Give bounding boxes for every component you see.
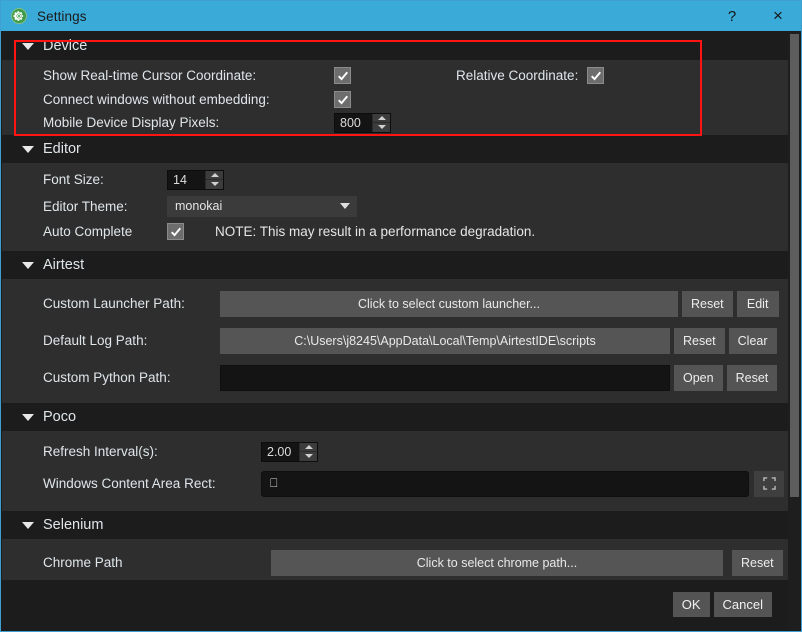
row-font-size: Font Size: 14 [2, 166, 788, 193]
spinbox-mobile-display-pixels-arrows[interactable] [372, 113, 390, 132]
button-default-log-path[interactable]: C:\Users\j8245\AppData\Local\Temp\Airtes… [220, 327, 670, 354]
section-body-poco: Refresh Interval(s): 2.00 Windows Conten… [2, 431, 788, 511]
select-area-icon[interactable] [754, 470, 784, 497]
section-title-airtest: Airtest [43, 257, 85, 273]
label-editor-theme: Editor Theme: [43, 198, 128, 214]
spinbox-refresh-interval-arrows[interactable] [299, 442, 317, 461]
spinbox-up-icon[interactable] [206, 170, 223, 180]
spinbox-font-size-value: 14 [173, 172, 187, 187]
select-editor-theme-value: monokai [175, 199, 223, 213]
row-custom-launcher-path: Custom Launcher Path: Click to select cu… [2, 285, 788, 322]
label-font-size: Font Size: [43, 172, 104, 187]
section-header-airtest[interactable]: Airtest [2, 251, 788, 279]
section-header-selenium[interactable]: Selenium [2, 511, 788, 539]
spinbox-refresh-interval-value: 2.00 [267, 444, 292, 459]
ok-button[interactable]: OK [672, 591, 710, 617]
spinbox-mobile-display-pixels-value: 800 [340, 115, 361, 130]
row-mobile-display-pixels: Mobile Device Display Pixels: 800 [2, 111, 788, 134]
help-button[interactable]: ? [709, 1, 755, 31]
chevron-down-icon [22, 413, 34, 421]
spinbox-down-icon[interactable] [300, 452, 317, 461]
label-auto-complete: Auto Complete [43, 224, 133, 239]
chevron-down-icon [22, 261, 34, 269]
row-chrome-path: Chrome Path Click to select chrome path.… [2, 544, 788, 580]
spinbox-mobile-display-pixels[interactable]: 800 [334, 112, 391, 133]
section-header-device[interactable]: Device [2, 32, 788, 60]
title-bar: Settings ? × [1, 1, 801, 31]
section-title-editor: Editor [43, 141, 81, 157]
row-editor-theme: Editor Theme: monokai [2, 193, 788, 219]
section-body-device: Show Real-time Cursor Coordinate: Relati… [2, 60, 788, 135]
section-title-device: Device [43, 38, 88, 54]
label-custom-python-path: Custom Python Path: [43, 370, 171, 385]
select-editor-theme[interactable]: monokai [167, 195, 357, 217]
section-header-poco[interactable]: Poco [2, 403, 788, 431]
label-default-log-path: Default Log Path: [43, 333, 148, 348]
vertical-scrollbar[interactable] [788, 32, 800, 630]
label-refresh-interval: Refresh Interval(s): [43, 444, 158, 459]
row-windows-content-area-rect: Windows Content Area Rect: ⎕ [2, 467, 788, 500]
button-custom-python-reset[interactable]: Reset [726, 364, 778, 391]
section-body-editor: Font Size: 14 Editor Theme: monokai Auto… [2, 163, 788, 251]
title-bar-buttons: ? × [709, 1, 801, 31]
spinbox-refresh-interval[interactable]: 2.00 [261, 441, 318, 462]
input-custom-python-path[interactable] [220, 364, 670, 391]
gear-icon [11, 8, 27, 24]
input-windows-content-area-rect[interactable]: ⎕ [261, 470, 749, 497]
button-custom-launcher-edit[interactable]: Edit [736, 290, 779, 317]
section-title-poco: Poco [43, 409, 77, 425]
row-default-log-path: Default Log Path: C:\Users\j8245\AppData… [2, 322, 788, 359]
label-windows-content-area-rect: Windows Content Area Rect: [43, 476, 216, 491]
label-connect-windows: Connect windows without embedding: [43, 92, 270, 107]
button-chrome-path[interactable]: Click to select chrome path... [271, 549, 723, 576]
button-default-log-clear[interactable]: Clear [728, 327, 777, 354]
section-body-selenium: Chrome Path Click to select chrome path.… [2, 539, 788, 580]
spinbox-font-size[interactable]: 14 [167, 169, 224, 190]
row-refresh-interval: Refresh Interval(s): 2.00 [2, 436, 788, 467]
label-show-cursor-coordinate: Show Real-time Cursor Coordinate: [43, 68, 257, 83]
settings-window: Settings ? × Device Show Real-time Curso… [0, 0, 802, 632]
label-custom-launcher-path: Custom Launcher Path: [43, 296, 185, 311]
button-default-log-reset[interactable]: Reset [674, 327, 725, 354]
settings-scroll-area: Device Show Real-time Cursor Coordinate:… [2, 32, 788, 630]
label-relative-coordinate: Relative Coordinate: [456, 68, 579, 83]
label-mobile-display-pixels: Mobile Device Display Pixels: [43, 115, 220, 130]
spinbox-down-icon[interactable] [373, 123, 390, 132]
spinbox-up-icon[interactable] [300, 442, 317, 452]
checkbox-show-cursor-coordinate[interactable] [334, 67, 351, 84]
chevron-down-icon [22, 521, 34, 529]
chevron-down-icon [340, 203, 350, 209]
spinbox-font-size-arrows[interactable] [205, 170, 223, 189]
chevron-down-icon [22, 42, 34, 50]
checkbox-connect-windows[interactable] [334, 91, 351, 108]
section-title-selenium: Selenium [43, 517, 104, 533]
vertical-scrollbar-thumb[interactable] [790, 34, 799, 497]
row-custom-python-path: Custom Python Path: Open Reset [2, 359, 788, 396]
button-custom-launcher-path[interactable]: Click to select custom launcher... [220, 290, 678, 317]
row-show-cursor-coordinate: Show Real-time Cursor Coordinate: Relati… [2, 63, 788, 88]
row-auto-complete: Auto Complete NOTE: This may result in a… [2, 219, 788, 244]
window-title: Settings [37, 8, 87, 24]
dialog-footer: OK Cancel [672, 578, 788, 630]
spinbox-down-icon[interactable] [206, 180, 223, 189]
settings-content: Device Show Real-time Cursor Coordinate:… [2, 32, 800, 630]
section-header-editor[interactable]: Editor [2, 135, 788, 163]
auto-complete-note: NOTE: This may result in a performance d… [215, 224, 536, 239]
section-body-airtest: Custom Launcher Path: Click to select cu… [2, 279, 788, 403]
checkbox-relative-coordinate[interactable] [587, 67, 605, 84]
spinbox-up-icon[interactable] [373, 113, 390, 123]
close-button[interactable]: × [755, 1, 801, 31]
button-custom-python-open[interactable]: Open [674, 364, 723, 391]
checkbox-auto-complete[interactable] [167, 223, 184, 240]
chevron-down-icon [22, 145, 34, 153]
row-connect-windows: Connect windows without embedding: [2, 88, 788, 111]
button-chrome-path-reset[interactable]: Reset [732, 549, 783, 576]
label-chrome-path: Chrome Path [43, 555, 123, 570]
cancel-button[interactable]: Cancel [713, 591, 772, 617]
button-custom-launcher-reset[interactable]: Reset [682, 290, 733, 317]
